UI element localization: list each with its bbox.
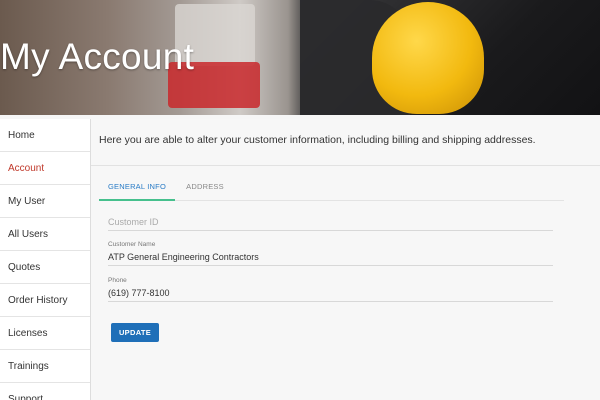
hard-hat-icon	[372, 2, 484, 114]
phone-value: (619) 777-8100	[108, 288, 170, 298]
update-button[interactable]: UPDATE	[111, 323, 159, 342]
sidebar-item-trainings[interactable]: Trainings	[0, 350, 90, 383]
customer-name-field[interactable]: Customer Name ATP General Engineering Co…	[108, 241, 553, 266]
header-banner: My Account	[0, 0, 600, 115]
sidebar-item-home[interactable]: Home	[0, 119, 90, 152]
phone-field[interactable]: Phone (619) 777-8100	[108, 277, 553, 302]
customer-name-label: Customer Name	[108, 241, 156, 248]
sidebar-item-licenses[interactable]: Licenses	[0, 317, 90, 350]
customer-id-placeholder: Customer ID	[108, 217, 159, 227]
sidebar-item-order-history[interactable]: Order History	[0, 284, 90, 317]
phone-label: Phone	[108, 277, 127, 284]
sidebar: Home Account My User All Users Quotes Or…	[0, 119, 91, 400]
customer-name-value: ATP General Engineering Contractors	[108, 252, 259, 262]
tab-general-info[interactable]: GENERAL INFO	[99, 175, 175, 201]
sidebar-item-my-user[interactable]: My User	[0, 185, 90, 218]
tab-bar: GENERAL INFO ADDRESS	[99, 175, 564, 201]
customer-id-field[interactable]: Customer ID	[108, 217, 553, 231]
tab-address[interactable]: ADDRESS	[177, 175, 233, 201]
sidebar-item-account[interactable]: Account	[0, 152, 90, 185]
page-title: My Account	[0, 36, 195, 77]
sidebar-item-support[interactable]: Support	[0, 383, 90, 400]
intro-text: Here you are able to alter your customer…	[91, 119, 600, 166]
sidebar-item-all-users[interactable]: All Users	[0, 218, 90, 251]
main-content: Here you are able to alter your customer…	[91, 119, 600, 400]
sidebar-item-quotes[interactable]: Quotes	[0, 251, 90, 284]
